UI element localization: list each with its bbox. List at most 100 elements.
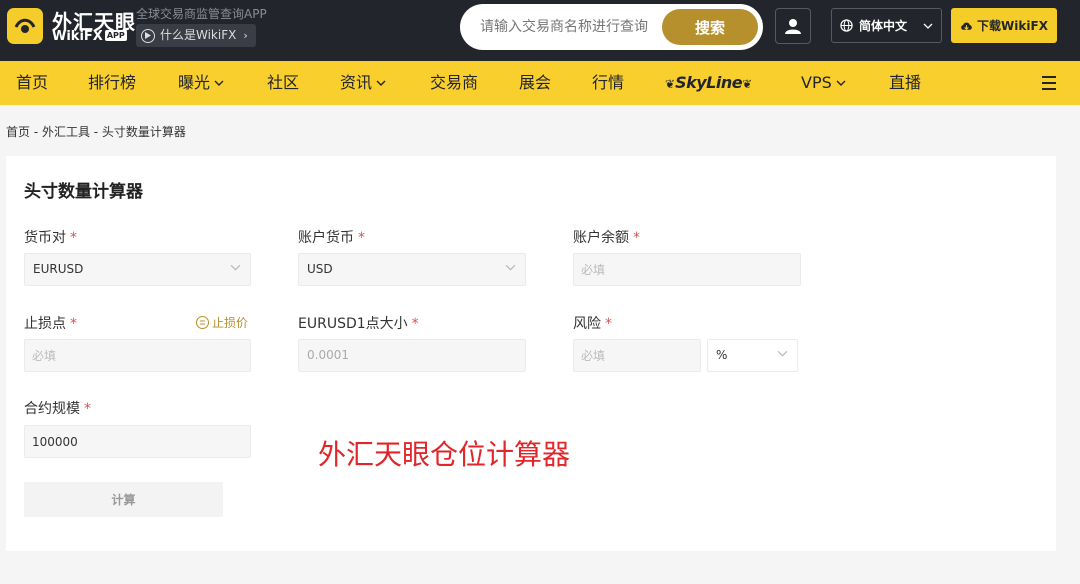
- required-mark: *: [70, 316, 77, 332]
- nav-item-exposure[interactable]: 曝光: [178, 61, 224, 105]
- nav-item-brokers[interactable]: 交易商: [430, 61, 478, 105]
- pip-size-label: EURUSD1点大小 *: [298, 313, 419, 333]
- chevron-down-icon: [376, 61, 386, 105]
- main-nav: 首页 排行榜 曝光 社区 资讯 交易商 展会 行情 ❦SkyLine❦ VPS …: [0, 61, 1080, 105]
- required-mark: *: [411, 316, 419, 332]
- nav-item-home[interactable]: 首页: [16, 61, 48, 105]
- required-mark: *: [633, 230, 640, 246]
- link-text: 止损价: [212, 316, 249, 330]
- label-text: 账户货币: [298, 230, 354, 246]
- what-is-wikifx-button[interactable]: 什么是WikiFX ›: [136, 24, 256, 47]
- slogan: 全球交易商监管查询APP: [136, 7, 267, 21]
- account-currency-select[interactable]: USD: [298, 253, 526, 286]
- currency-pair-select[interactable]: EURUSD: [24, 253, 251, 286]
- laurel-left-icon: ❦: [665, 77, 676, 91]
- nav-label: 首页: [16, 73, 49, 92]
- what-is-label: 什么是WikiFX: [160, 28, 237, 42]
- user-button[interactable]: [775, 8, 811, 44]
- nav-label: 展会: [519, 73, 552, 92]
- contract-size-input[interactable]: [25, 426, 250, 457]
- download-label: 下载WikiFX: [977, 19, 1048, 33]
- nav-item-live[interactable]: 直播: [889, 61, 921, 105]
- nav-item-news[interactable]: 资讯: [340, 61, 386, 105]
- account-currency-label: 账户货币 *: [298, 227, 365, 247]
- chevron-down-icon: [836, 61, 846, 105]
- chevron-down-icon: [214, 61, 224, 105]
- required-mark: *: [605, 316, 612, 332]
- globe-icon: [840, 19, 853, 32]
- hamburger-menu-icon[interactable]: [1042, 76, 1056, 94]
- watermark-text: 外汇天眼仓位计算器: [318, 438, 571, 471]
- download-button[interactable]: 下载WikiFX: [951, 8, 1057, 43]
- label-text: 货币对: [24, 230, 66, 246]
- nav-label: 社区: [267, 73, 300, 92]
- nav-item-skyline[interactable]: ❦SkyLine❦: [665, 61, 752, 105]
- label-text: EURUSD1点大小: [298, 316, 408, 332]
- label-text: 合约规模: [24, 401, 80, 417]
- page-title: 头寸数量计算器: [24, 182, 143, 202]
- nav-label: 曝光: [178, 73, 211, 92]
- user-icon: [785, 19, 801, 34]
- required-mark: *: [70, 230, 77, 246]
- play-icon: [141, 28, 155, 43]
- eye-icon: [14, 18, 36, 33]
- account-balance-field: [573, 253, 801, 286]
- nav-item-expo[interactable]: 展会: [519, 61, 551, 105]
- label-text: 止损点: [24, 316, 66, 332]
- risk-field: [573, 339, 701, 372]
- top-header: 外汇天眼 WikiFX APP 全球交易商监管查询APP 什么是WikiFX › …: [0, 0, 1080, 61]
- logo-app-tag: APP: [104, 30, 127, 41]
- select-value: %: [716, 348, 728, 362]
- select-value: EURUSD: [33, 262, 84, 276]
- skyline-logo: SkyLine: [675, 73, 743, 92]
- chevron-down-icon: [777, 350, 788, 357]
- risk-label: 风险 *: [573, 313, 612, 333]
- logo-text-en[interactable]: WikiFX APP: [52, 29, 127, 44]
- stop-loss-field: [24, 339, 251, 372]
- risk-input[interactable]: [574, 340, 700, 371]
- exchange-icon: [196, 316, 209, 329]
- contract-size-field: [24, 425, 251, 458]
- label-text: 风险: [573, 316, 601, 332]
- select-value: USD: [307, 262, 333, 276]
- nav-label: 排行榜: [88, 73, 137, 92]
- cloud-download-icon: [961, 22, 972, 30]
- stop-loss-price-link[interactable]: 止损价: [196, 314, 248, 331]
- chevron-down-icon: [230, 264, 241, 271]
- account-balance-input[interactable]: [574, 254, 800, 285]
- stop-loss-label: 止损点 *: [24, 313, 77, 333]
- nav-item-ranking[interactable]: 排行榜: [88, 61, 136, 105]
- chevron-down-icon: [505, 264, 516, 271]
- nav-label: 资讯: [340, 73, 373, 92]
- search-input[interactable]: [480, 15, 660, 39]
- breadcrumb: 首页 - 外汇工具 - 头寸数量计算器: [6, 125, 186, 139]
- search-button[interactable]: 搜索: [662, 9, 758, 45]
- wikifx-logo-icon[interactable]: [7, 8, 43, 44]
- label-text: 账户余额: [573, 230, 629, 246]
- account-balance-label: 账户余额 *: [573, 227, 640, 247]
- calculator-card: 头寸数量计算器 货币对* EURUSD 账户货币* USD 账户余额* 止损点*…: [6, 156, 1056, 551]
- nav-label: 直播: [889, 73, 922, 92]
- chevron-right-icon: ›: [243, 29, 248, 42]
- contract-size-label: 合约规模 *: [24, 398, 91, 418]
- search-box: 搜索: [460, 4, 763, 50]
- nav-item-community[interactable]: 社区: [267, 61, 299, 105]
- stop-loss-input[interactable]: [25, 340, 250, 371]
- required-mark: *: [84, 401, 91, 417]
- calculate-button[interactable]: 计算: [24, 482, 223, 517]
- nav-label: 交易商: [430, 73, 479, 92]
- nav-label: 行情: [592, 73, 625, 92]
- risk-unit-select[interactable]: %: [707, 339, 798, 372]
- chevron-down-icon: [923, 23, 933, 29]
- nav-label: VPS: [801, 73, 832, 92]
- logo-wikifx-text: WikiFX: [52, 29, 103, 44]
- currency-pair-label: 货币对 *: [24, 227, 77, 247]
- required-mark: *: [358, 230, 365, 246]
- pip-size-field: 0.0001: [298, 339, 526, 372]
- nav-item-vps[interactable]: VPS: [801, 61, 846, 105]
- language-label: 简体中文: [858, 19, 907, 33]
- pip-size-value: 0.0001: [307, 348, 349, 362]
- laurel-right-icon: ❦: [742, 77, 753, 91]
- language-selector[interactable]: 简体中文: [831, 8, 942, 43]
- nav-item-market[interactable]: 行情: [592, 61, 624, 105]
